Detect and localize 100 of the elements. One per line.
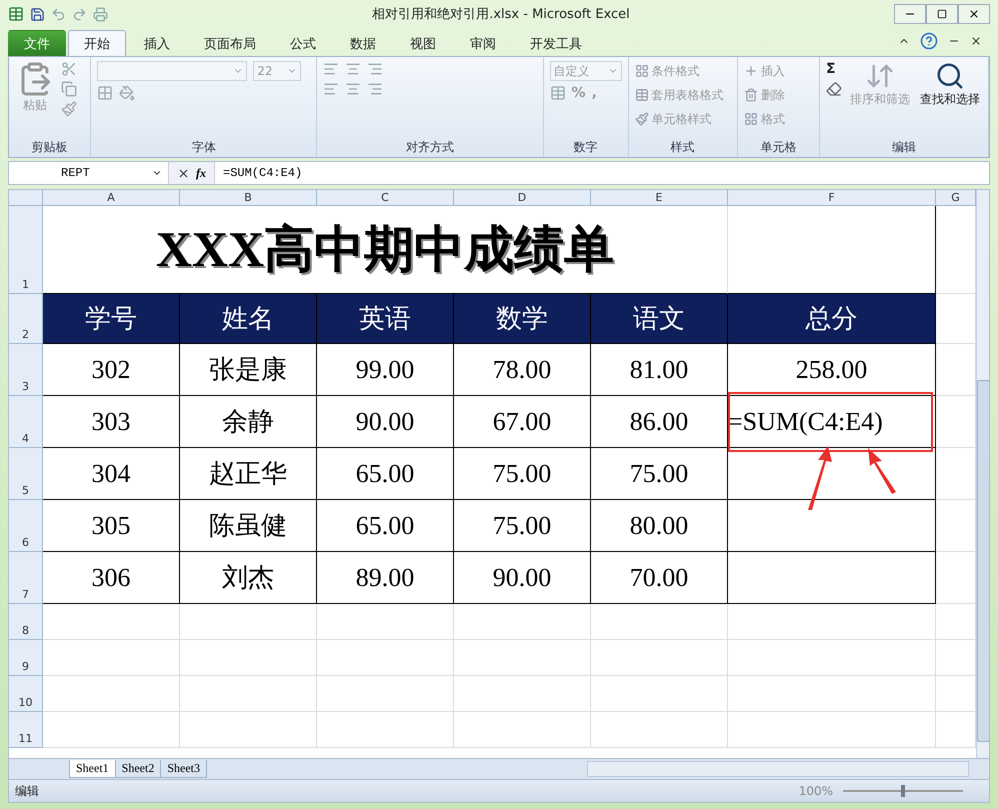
table-cell: 65.00 <box>317 500 454 552</box>
redo-icon[interactable] <box>72 6 87 22</box>
select-all-corner[interactable] <box>9 190 43 206</box>
header-cell: 姓名 <box>180 294 317 344</box>
header-cell: 总分 <box>728 294 936 344</box>
save-icon[interactable] <box>30 6 45 22</box>
row-header[interactable]: 2 <box>9 294 43 344</box>
trash-icon <box>744 88 758 102</box>
table-cell: 刘杰 <box>180 552 317 604</box>
borders-icon[interactable] <box>97 85 114 101</box>
sheet-tab[interactable]: Sheet1 <box>69 760 116 778</box>
row-header[interactable]: 4 <box>9 396 43 448</box>
row-header[interactable]: 3 <box>9 344 43 396</box>
row-header[interactable]: 6 <box>9 500 43 552</box>
cancel-icon[interactable] <box>177 166 190 180</box>
close-button[interactable] <box>958 4 990 24</box>
header-cell: 语文 <box>591 294 728 344</box>
ribbon-tab[interactable]: 插入 <box>128 30 186 56</box>
group-label: 字体 <box>192 139 216 156</box>
group-label: 单元格 <box>760 139 796 156</box>
brush-icon <box>634 112 649 126</box>
close-icon <box>968 8 980 20</box>
ribbon-tab[interactable]: 审阅 <box>454 30 512 56</box>
table-cell: 75.00 <box>454 500 591 552</box>
table-cell: 90.00 <box>317 396 454 448</box>
row-header[interactable]: 7 <box>9 552 43 604</box>
plus-icon <box>744 64 758 78</box>
group-label: 对齐方式 <box>406 139 454 156</box>
row-header[interactable]: 11 <box>9 712 43 748</box>
table-cell: 81.00 <box>591 344 728 396</box>
table-cell: 302 <box>43 344 180 396</box>
help-icon[interactable] <box>920 32 938 50</box>
header-cell: 英语 <box>317 294 454 344</box>
formula-field[interactable]: =SUM(C4:E4) <box>215 166 302 180</box>
find-select-button[interactable]: 查找和选择 <box>918 61 982 139</box>
header-cell: 数学 <box>454 294 591 344</box>
row-header[interactable]: 8 <box>9 604 43 640</box>
group-label: 剪贴板 <box>32 139 68 156</box>
format-painter-icon[interactable] <box>61 101 77 117</box>
table-cell: 305 <box>43 500 180 552</box>
table-cell: 余静 <box>180 396 317 448</box>
table-cell: 304 <box>43 448 180 500</box>
eraser-icon[interactable] <box>826 81 842 97</box>
grid-icon <box>634 64 649 78</box>
table-cell: 99.00 <box>317 344 454 396</box>
spreadsheet-logo-icon <box>8 6 24 22</box>
zoom-slider-thumb[interactable] <box>901 785 905 797</box>
insert-function-button[interactable]: fx <box>196 166 206 180</box>
undo-icon[interactable] <box>51 6 66 22</box>
sheet-tab[interactable]: Sheet3 <box>160 760 208 778</box>
row-header[interactable]: 9 <box>9 640 43 676</box>
table-cell: 70.00 <box>591 552 728 604</box>
column-header[interactable]: G <box>936 190 976 206</box>
vertical-scrollbar[interactable] <box>976 190 989 758</box>
column-header[interactable]: C <box>317 190 454 206</box>
table-cell: 303 <box>43 396 180 448</box>
maximize-icon <box>937 9 947 19</box>
ribbon-tab[interactable]: 数据 <box>334 30 392 56</box>
column-header[interactable]: A <box>43 190 180 206</box>
column-header[interactable]: E <box>591 190 728 206</box>
ribbon-tab[interactable]: 公式 <box>274 30 332 56</box>
print-icon[interactable] <box>93 6 108 22</box>
table-cell: 75.00 <box>591 448 728 500</box>
column-header[interactable]: F <box>728 190 936 206</box>
cut-icon[interactable] <box>61 61 77 77</box>
window-title: 相对引用和绝对引用.xlsx - Microsoft Excel <box>371 6 631 23</box>
ribbon-tab[interactable]: 页面布局 <box>188 30 272 56</box>
grid-icon <box>744 112 758 126</box>
zoom-level: 100% <box>798 784 833 798</box>
table-cell: 80.00 <box>591 500 728 552</box>
row-header[interactable]: 5 <box>9 448 43 500</box>
table-cell: 258.00 <box>728 344 936 396</box>
table-cell: 赵正华 <box>180 448 317 500</box>
group-label: 编辑 <box>892 139 916 156</box>
row-header[interactable]: 1 <box>9 206 43 294</box>
close-icon[interactable] <box>970 35 982 47</box>
row-header[interactable]: 10 <box>9 676 43 712</box>
header-cell: 学号 <box>43 294 180 344</box>
table-cell: 张是康 <box>180 344 317 396</box>
maximize-button[interactable] <box>926 4 958 24</box>
search-icon <box>935 61 966 91</box>
column-header[interactable]: D <box>454 190 591 206</box>
group-label: 样式 <box>670 139 695 156</box>
table-icon <box>634 88 649 102</box>
ribbon-tab[interactable]: 文件 <box>8 30 66 56</box>
table-cell: 78.00 <box>454 344 591 396</box>
table-cell: 306 <box>43 552 180 604</box>
status-mode: 编辑 <box>15 782 39 800</box>
ribbon-tab[interactable]: 视图 <box>394 30 452 56</box>
table-cell: 89.00 <box>317 552 454 604</box>
font-name-field[interactable] <box>97 61 248 81</box>
autosum-button[interactable]: Σ <box>826 61 842 77</box>
horizontal-scrollbar[interactable] <box>587 761 969 777</box>
fill-color-icon[interactable] <box>119 85 136 101</box>
table-cell: 86.00 <box>591 396 728 448</box>
column-header[interactable]: B <box>180 190 317 206</box>
ribbon-tab[interactable]: 开发工具 <box>514 30 598 56</box>
ribbon-tab[interactable]: 开始 <box>68 30 126 56</box>
table-cell: 陈虽健 <box>180 500 317 552</box>
copy-icon[interactable] <box>61 81 77 97</box>
